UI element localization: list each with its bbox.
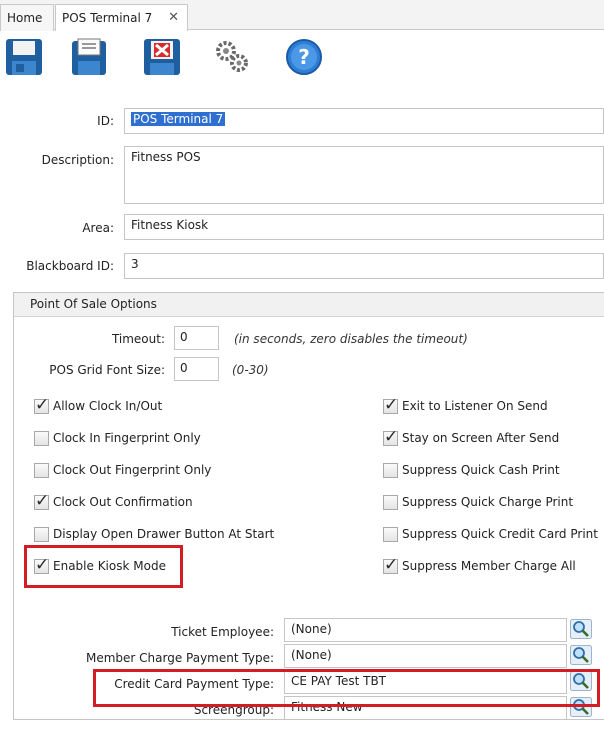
check-icon: ✓ bbox=[384, 394, 399, 415]
tab-home[interactable]: Home bbox=[0, 4, 54, 31]
allow-clock-label: Allow Clock In/Out bbox=[53, 399, 163, 413]
help-icon: ? bbox=[286, 39, 322, 75]
kiosk-mode-highlight bbox=[24, 545, 183, 588]
tab-bar: Home POS Terminal 7 ✕ bbox=[0, 0, 604, 32]
id-value: POS Terminal 7 bbox=[131, 112, 226, 126]
suppress-cash-print-label: Suppress Quick Cash Print bbox=[402, 463, 560, 477]
area-value: Fitness Kiosk bbox=[131, 218, 209, 232]
ticket-employee-label: Ticket Employee: bbox=[171, 625, 274, 639]
area-label: Area: bbox=[82, 221, 114, 235]
checkbox-box: ✓ bbox=[34, 395, 49, 415]
timeout-hint: (in seconds, zero disables the timeout) bbox=[234, 332, 468, 346]
blackboard-field[interactable]: 3 bbox=[124, 253, 604, 279]
area-field[interactable]: Fitness Kiosk bbox=[124, 214, 604, 240]
checkbox-box bbox=[34, 430, 49, 446]
check-icon: ✓ bbox=[384, 554, 399, 575]
search-icon[interactable] bbox=[570, 619, 592, 639]
clock-in-fingerprint-label: Clock In Fingerprint Only bbox=[53, 431, 201, 445]
suppress-member-charge-checkbox[interactable]: ✓ Suppress Member Charge All bbox=[383, 555, 576, 577]
tab-pos-terminal[interactable]: POS Terminal 7 ✕ bbox=[55, 4, 188, 32]
stay-on-screen-label: Stay on Screen After Send bbox=[402, 431, 560, 445]
checkbox-box: ✓ bbox=[383, 427, 398, 447]
blackboard-label: Blackboard ID: bbox=[26, 259, 114, 273]
toolbar: ? bbox=[0, 31, 604, 83]
checkbox-box: ✓ bbox=[383, 395, 398, 415]
suppress-charge-print-label: Suppress Quick Charge Print bbox=[402, 495, 574, 509]
font-size-value: 0 bbox=[180, 361, 188, 375]
member-charge-field[interactable]: (None) bbox=[284, 644, 567, 668]
font-size-label: POS Grid Font Size: bbox=[49, 363, 165, 377]
description-value: Fitness POS bbox=[131, 150, 201, 164]
font-size-hint: (0-30) bbox=[232, 363, 269, 377]
suppress-credit-print-label: Suppress Quick Credit Card Print bbox=[402, 527, 598, 541]
member-charge-value: (None) bbox=[291, 648, 332, 662]
clock-out-fingerprint-label: Clock Out Fingerprint Only bbox=[53, 463, 212, 477]
check-icon: ✓ bbox=[35, 394, 50, 415]
timeout-label: Timeout: bbox=[111, 332, 165, 346]
ticket-employee-value: (None) bbox=[291, 622, 332, 636]
checkbox-box bbox=[34, 462, 49, 478]
id-field[interactable]: POS Terminal 7 bbox=[124, 108, 604, 134]
delete-button[interactable] bbox=[142, 37, 182, 77]
stay-on-screen-checkbox[interactable]: ✓ Stay on Screen After Send bbox=[383, 427, 559, 449]
save-copy-button[interactable] bbox=[70, 37, 110, 77]
timeout-input[interactable]: 0 bbox=[174, 326, 219, 350]
suppress-cash-print-checkbox[interactable]: Suppress Quick Cash Print bbox=[383, 459, 560, 481]
credit-card-highlight bbox=[93, 669, 600, 707]
blackboard-value: 3 bbox=[131, 257, 139, 271]
clock-out-fingerprint-checkbox[interactable]: Clock Out Fingerprint Only bbox=[34, 459, 211, 481]
clock-out-confirmation-label: Clock Out Confirmation bbox=[53, 495, 193, 509]
close-icon[interactable]: ✕ bbox=[168, 10, 179, 25]
id-label: ID: bbox=[97, 114, 114, 128]
tab-pos-terminal-label: POS Terminal 7 bbox=[62, 11, 153, 25]
suppress-member-charge-label: Suppress Member Charge All bbox=[402, 559, 576, 573]
tab-home-label: Home bbox=[7, 11, 43, 25]
checkbox-box bbox=[383, 526, 398, 542]
clock-in-fingerprint-checkbox[interactable]: Clock In Fingerprint Only bbox=[34, 427, 201, 449]
font-size-input[interactable]: 0 bbox=[174, 357, 219, 381]
member-charge-label: Member Charge Payment Type: bbox=[85, 651, 274, 665]
suppress-credit-print-checkbox[interactable]: Suppress Quick Credit Card Print bbox=[383, 523, 598, 545]
open-drawer-label: Display Open Drawer Button At Start bbox=[53, 527, 275, 541]
checkbox-box bbox=[383, 494, 398, 510]
svg-text:?: ? bbox=[298, 45, 310, 69]
exit-listener-label: Exit to Listener On Send bbox=[402, 399, 548, 413]
description-field[interactable]: Fitness POS bbox=[124, 146, 604, 204]
save-button[interactable] bbox=[4, 37, 44, 77]
pos-options-title: Point Of Sale Options bbox=[14, 293, 604, 317]
checkbox-box bbox=[383, 462, 398, 478]
check-icon: ✓ bbox=[35, 490, 50, 511]
exit-listener-checkbox[interactable]: ✓ Exit to Listener On Send bbox=[383, 395, 548, 417]
description-label: Description: bbox=[41, 153, 114, 167]
search-icon[interactable] bbox=[570, 645, 592, 665]
suppress-charge-print-checkbox[interactable]: Suppress Quick Charge Print bbox=[383, 491, 573, 513]
settings-button[interactable] bbox=[212, 37, 252, 77]
timeout-value: 0 bbox=[180, 330, 188, 344]
save-copy-icon bbox=[72, 38, 106, 75]
open-drawer-checkbox[interactable]: Display Open Drawer Button At Start bbox=[34, 523, 274, 545]
settings-gears-icon bbox=[216, 41, 248, 72]
checkbox-box bbox=[34, 526, 49, 542]
ticket-employee-field[interactable]: (None) bbox=[284, 618, 567, 642]
check-icon: ✓ bbox=[384, 426, 399, 447]
pos-options-group: Point Of Sale Options Timeout: 0 (in sec… bbox=[13, 292, 604, 720]
help-button[interactable]: ? bbox=[284, 37, 324, 77]
checkbox-box: ✓ bbox=[383, 555, 398, 575]
clock-out-confirmation-checkbox[interactable]: ✓ Clock Out Confirmation bbox=[34, 491, 193, 513]
delete-icon bbox=[144, 39, 180, 75]
checkbox-box: ✓ bbox=[34, 491, 49, 511]
allow-clock-checkbox[interactable]: ✓ Allow Clock In/Out bbox=[34, 395, 162, 417]
save-icon bbox=[6, 39, 42, 75]
